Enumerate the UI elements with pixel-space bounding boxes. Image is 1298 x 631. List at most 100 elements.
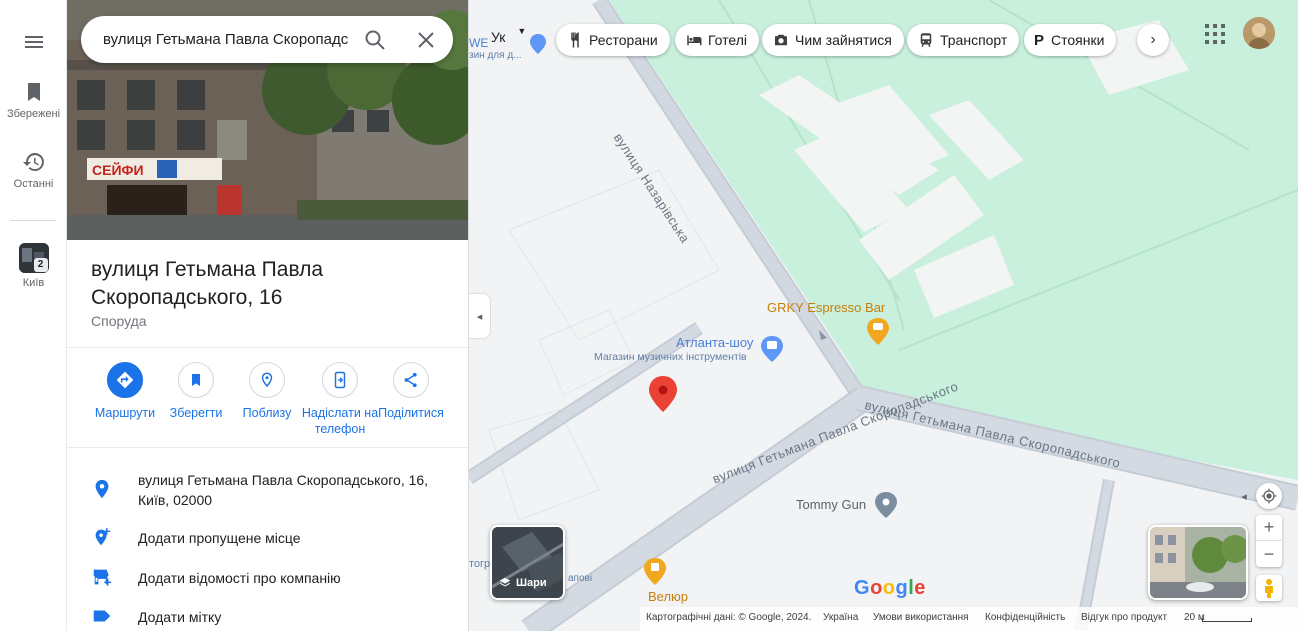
add-label-text: Додати мітку bbox=[138, 609, 222, 625]
directions-label: Маршрути bbox=[94, 406, 156, 420]
directions-circle bbox=[107, 362, 143, 398]
chips-next-button[interactable]: › bbox=[1137, 24, 1169, 56]
place-panel: СЕЙФИ вулиця Гетьмана Павла Скоропадсько… bbox=[67, 0, 469, 631]
menu-button[interactable] bbox=[0, 30, 67, 58]
close-icon[interactable] bbox=[414, 28, 438, 52]
velur-marker[interactable] bbox=[644, 558, 666, 585]
recent-city-button[interactable]: 2 Київ bbox=[0, 243, 67, 289]
avatar-image bbox=[1243, 17, 1275, 49]
chevron-right-icon: › bbox=[1150, 31, 1156, 48]
chevron-left-icon: ◂ bbox=[476, 310, 483, 323]
my-location-button[interactable] bbox=[1256, 483, 1282, 509]
save-circle bbox=[178, 362, 214, 398]
restaurant-icon bbox=[571, 32, 579, 48]
zoom-out-button[interactable]: − bbox=[1256, 541, 1282, 567]
address-text: вулиця Гетьмана Павла Скоропадського, 16… bbox=[138, 472, 429, 508]
chip-parking[interactable]: P Стоянки bbox=[1024, 24, 1117, 56]
chevron-down-icon: ▼ bbox=[517, 26, 527, 36]
poi-velur-label[interactable]: Велюр bbox=[648, 589, 688, 604]
nearby-button[interactable]: Поблизу bbox=[227, 362, 307, 421]
footer-country[interactable]: Україна bbox=[823, 612, 858, 623]
footer-privacy[interactable]: Конфіденційність bbox=[985, 612, 1065, 623]
recent-label: Останні bbox=[13, 178, 54, 190]
poi-music-name[interactable]: Атланта-шоу bbox=[676, 335, 753, 350]
chip-restaurants-label: Ресторани bbox=[589, 32, 658, 48]
chip-transit-label: Транспорт bbox=[940, 32, 1008, 48]
chip-hotels-label: Готелі bbox=[708, 32, 747, 48]
zoom-in-button[interactable]: + bbox=[1256, 515, 1282, 541]
send-to-phone-circle bbox=[322, 362, 358, 398]
bookmark-icon bbox=[192, 374, 200, 386]
partial-label-torh: тогр bbox=[469, 558, 491, 570]
poi-cafe-label[interactable]: GRKY Espresso Bar bbox=[767, 300, 885, 315]
tommy-gun-marker[interactable] bbox=[875, 492, 897, 518]
collapse-panel-button[interactable]: ◂ bbox=[469, 293, 491, 339]
street-view-preview bbox=[1150, 527, 1246, 598]
share-icon bbox=[404, 372, 417, 388]
city-count-badge: 2 bbox=[33, 258, 48, 272]
directions-button[interactable]: Маршрути bbox=[85, 362, 165, 421]
search-input[interactable] bbox=[103, 16, 353, 63]
photo-sign-text: СЕЙФИ bbox=[92, 161, 144, 178]
chip-restaurants[interactable]: Ресторани bbox=[556, 24, 670, 56]
pegman-icon bbox=[1265, 579, 1273, 598]
map-footer: Картографічні дані: © Google, 2024. Укра… bbox=[640, 607, 1298, 631]
chip-things-label: Чим зайнятися bbox=[795, 32, 892, 48]
save-button[interactable]: Зберегти bbox=[156, 362, 236, 421]
maps-app: вулиця Назарівська вулиця Гетьмана Павла… bbox=[0, 0, 1298, 631]
city-label: Київ bbox=[22, 277, 45, 289]
label-icon bbox=[93, 610, 111, 622]
location-pin-icon bbox=[95, 479, 109, 499]
send-to-phone-label: Надіслати на телефон bbox=[301, 406, 379, 436]
nearby-icon bbox=[261, 372, 273, 388]
add-location-icon bbox=[95, 527, 111, 546]
city-thumbnail: 2 bbox=[18, 243, 49, 273]
save-label: Зберегти bbox=[169, 406, 223, 420]
language-chip[interactable]: Ук ▼ bbox=[483, 24, 534, 50]
footer-feedback[interactable]: Відгук про продукт bbox=[1081, 612, 1167, 623]
saved-label: Збережені bbox=[6, 108, 61, 120]
layers-button[interactable]: Шари bbox=[490, 525, 565, 600]
place-title: вулиця Гетьмана Павла Скоропадського, 16 bbox=[91, 258, 324, 309]
share-circle bbox=[393, 362, 429, 398]
footer-terms[interactable]: Умови використання bbox=[873, 612, 969, 623]
plus-icon: + bbox=[1263, 517, 1275, 537]
saved-button[interactable]: Збережені bbox=[0, 80, 67, 120]
partial-label-pov: апові bbox=[568, 573, 593, 584]
location-pin[interactable] bbox=[649, 376, 677, 412]
send-to-phone-button[interactable]: Надіслати на телефон bbox=[300, 362, 380, 437]
scale-bar bbox=[1202, 618, 1252, 622]
recent-button[interactable]: Останні bbox=[0, 150, 67, 190]
chip-hotels[interactable]: Готелі bbox=[675, 24, 759, 56]
minus-icon: − bbox=[1263, 543, 1275, 564]
my-location-icon bbox=[1261, 488, 1277, 504]
street-view-arrow-icon: ◂ bbox=[1241, 490, 1247, 503]
street-view-thumbnail[interactable] bbox=[1148, 525, 1248, 600]
partial-label-we2: зин для д... bbox=[469, 50, 522, 61]
add-business-icon bbox=[93, 569, 112, 586]
google-logo: Google bbox=[854, 577, 926, 599]
poi-tommy-label[interactable]: Tommy Gun bbox=[796, 497, 866, 512]
chip-things-to-do[interactable]: Чим зайнятися bbox=[762, 24, 904, 56]
divider bbox=[67, 447, 468, 448]
add-missing-place-text: Додати пропущене місце bbox=[138, 530, 301, 546]
language-label: Ук bbox=[491, 29, 506, 45]
nearby-label: Поблизу bbox=[242, 406, 292, 420]
share-label: Поділитися bbox=[378, 406, 444, 420]
place-category[interactable]: Споруда bbox=[91, 313, 147, 329]
history-icon bbox=[22, 153, 44, 171]
pegman-button[interactable] bbox=[1256, 575, 1282, 601]
apps-grid-icon[interactable] bbox=[1203, 22, 1227, 46]
search-icon[interactable] bbox=[363, 28, 387, 52]
search-box bbox=[81, 16, 453, 63]
left-rail: Збережені Останні 2 Київ bbox=[0, 0, 67, 631]
hotel-icon bbox=[687, 35, 702, 46]
chip-transit[interactable]: Транспорт bbox=[907, 24, 1020, 56]
music-store-marker[interactable] bbox=[761, 336, 783, 362]
layers-label: Шари bbox=[516, 577, 547, 589]
account-avatar[interactable] bbox=[1243, 17, 1275, 49]
transit-icon bbox=[920, 33, 932, 47]
divider bbox=[67, 347, 468, 348]
map-data-credit: Картографічні дані: © Google, 2024. bbox=[646, 612, 812, 623]
share-button[interactable]: Поділитися bbox=[371, 362, 451, 421]
